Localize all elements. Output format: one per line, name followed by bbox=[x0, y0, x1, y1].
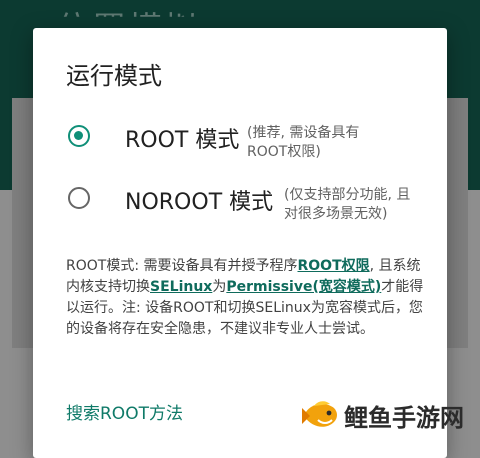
option-root-mode[interactable]: ROOT 模式 (推荐, 需设备具有ROOT权限) bbox=[33, 122, 447, 182]
mode-description: ROOT模式: 需要设备具有并授予程序ROOT权限, 且系统内核支持切换SELi… bbox=[66, 256, 426, 340]
radio-selected-icon[interactable] bbox=[68, 125, 90, 147]
option-label: NOROOT 模式 bbox=[125, 190, 274, 215]
radio-unselected-icon[interactable] bbox=[68, 187, 90, 209]
search-root-method-button[interactable]: 搜索ROOT方法 bbox=[66, 399, 183, 424]
option-noroot-mode[interactable]: NOROOT 模式 (仅支持部分功能, 且对很多场景无效) bbox=[33, 184, 447, 244]
watermark: 鲤鱼手游网 bbox=[300, 394, 480, 434]
option-hint: (推荐, 需设备具有ROOT权限) bbox=[247, 125, 360, 160]
root-permission-link[interactable]: ROOT权限 bbox=[298, 258, 370, 274]
fish-logo-icon bbox=[302, 401, 337, 427]
selinux-link[interactable]: SELinux bbox=[150, 279, 212, 295]
description-text: ROOT模式: 需要设备具有并授予程序 bbox=[66, 258, 298, 274]
option-label: ROOT 模式 bbox=[125, 128, 240, 153]
description-text: 为 bbox=[212, 279, 227, 295]
watermark-text: 鲤鱼手游网 bbox=[344, 404, 464, 432]
dialog-title: 运行模式 bbox=[66, 62, 162, 90]
permissive-mode-link[interactable]: Permissive(宽容模式) bbox=[226, 279, 381, 295]
option-hint: (仅支持部分功能, 且对很多场景无效) bbox=[284, 187, 411, 222]
